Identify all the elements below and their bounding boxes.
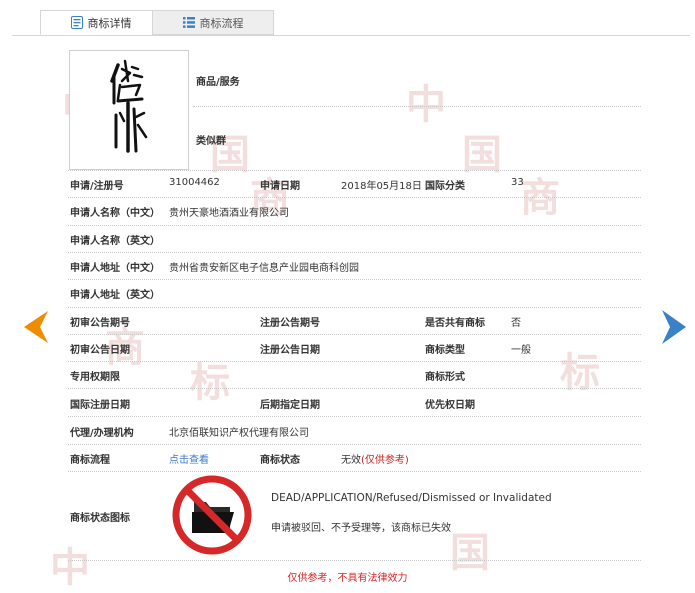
shared-label: 是否共有商标 — [425, 318, 485, 329]
similar-group-label: 类似群 — [196, 136, 226, 147]
process-view-link[interactable]: 点击查看 — [169, 451, 209, 466]
prelim-pub-no-label: 初审公告期号 — [70, 318, 130, 329]
reg-pub-no-label: 注册公告期号 — [260, 318, 320, 329]
divider — [68, 388, 641, 389]
app-date-label: 申请日期 — [260, 181, 300, 192]
dead-status-folder-icon — [172, 475, 252, 555]
divider — [68, 444, 641, 445]
mark-type-value: 一般 — [511, 345, 531, 356]
intl-class-label: 国际分类 — [425, 181, 465, 192]
watermark-char: 国 — [462, 132, 502, 178]
reg-pub-date-label: 注册公告日期 — [260, 345, 320, 356]
watermark-char: 中 — [50, 545, 90, 591]
app-date-value: 2018年05月18日 — [341, 181, 422, 192]
watermark-char: 标 — [190, 360, 230, 406]
trademark-calligraphy-image — [110, 59, 148, 153]
divider — [68, 225, 641, 226]
intl-reg-date-label: 国际注册日期 — [70, 400, 130, 411]
applicant-en-label: 申请人名称（英文） — [70, 236, 160, 247]
divider — [68, 471, 641, 472]
address-en-label: 申请人地址（英文） — [70, 290, 160, 301]
status-english-text: DEAD/APPLICATION/Refused/Dismissed or In… — [271, 492, 552, 504]
address-cn-label: 申请人地址（中文） — [70, 263, 160, 274]
watermark-char: 商 — [520, 175, 560, 221]
list-icon — [182, 17, 195, 28]
tab-bar: 商标详情 商标流程 — [12, 10, 690, 36]
divider — [68, 361, 641, 362]
tab-trademark-details[interactable]: 商标详情 — [40, 10, 162, 35]
divider — [68, 170, 641, 171]
divider — [68, 197, 641, 198]
mark-type-label: 商标类型 — [425, 345, 465, 356]
document-icon — [70, 16, 83, 29]
reg-no-value: 31004462 — [169, 177, 220, 188]
divider — [68, 307, 641, 308]
goods-services-label: 商品/服务 — [196, 77, 240, 88]
agency-label: 代理/办理机构 — [70, 428, 134, 439]
applicant-cn-label: 申请人名称（中文） — [70, 208, 160, 219]
trademark-image — [69, 50, 189, 170]
later-designation-label: 后期指定日期 — [260, 400, 320, 411]
divider — [68, 416, 641, 417]
tab-trademark-process[interactable]: 商标流程 — [152, 10, 274, 35]
status-icon-label: 商标状态图标 — [70, 513, 130, 524]
divider — [68, 279, 641, 280]
watermark-char: 国 — [210, 132, 250, 178]
status-label: 商标状态 — [260, 455, 300, 466]
intl-class-value: 33 — [511, 177, 524, 188]
status-value: 无效(仅供参考) — [341, 451, 409, 466]
reg-no-label: 申请/注册号 — [70, 181, 124, 192]
process-label: 商标流程 — [70, 455, 110, 466]
priority-date-label: 优先权日期 — [425, 400, 475, 411]
status-value-text: 无效 — [341, 455, 361, 466]
divider — [68, 252, 641, 253]
prelim-pub-date-label: 初审公告日期 — [70, 345, 130, 356]
mark-form-label: 商标形式 — [425, 372, 465, 383]
agency-value: 北京佰联知识产权代理有限公司 — [169, 428, 309, 439]
exclusive-period-label: 专用权期限 — [70, 372, 120, 383]
applicant-cn-value: 贵州天豪地酒酒业有限公司 — [169, 208, 289, 219]
status-chinese-text: 申请被驳回、不予受理等，该商标已失效 — [271, 523, 451, 534]
status-note: (仅供参考) — [361, 455, 409, 466]
previous-arrow-icon[interactable] — [24, 311, 48, 343]
tab-label: 商标流程 — [199, 16, 244, 30]
watermark-char: 标 — [560, 350, 600, 396]
address-cn-value: 贵州省贵安新区电子信息产业园电商科创园 — [169, 263, 359, 274]
divider — [68, 334, 641, 335]
divider — [193, 106, 641, 107]
divider — [68, 560, 641, 561]
legal-disclaimer: 仅供参考，不具有法律效力 — [287, 573, 408, 584]
shared-value: 否 — [511, 318, 521, 329]
tab-label: 商标详情 — [87, 16, 132, 30]
watermark-char: 中 — [406, 82, 446, 128]
next-arrow-icon[interactable] — [662, 310, 686, 344]
